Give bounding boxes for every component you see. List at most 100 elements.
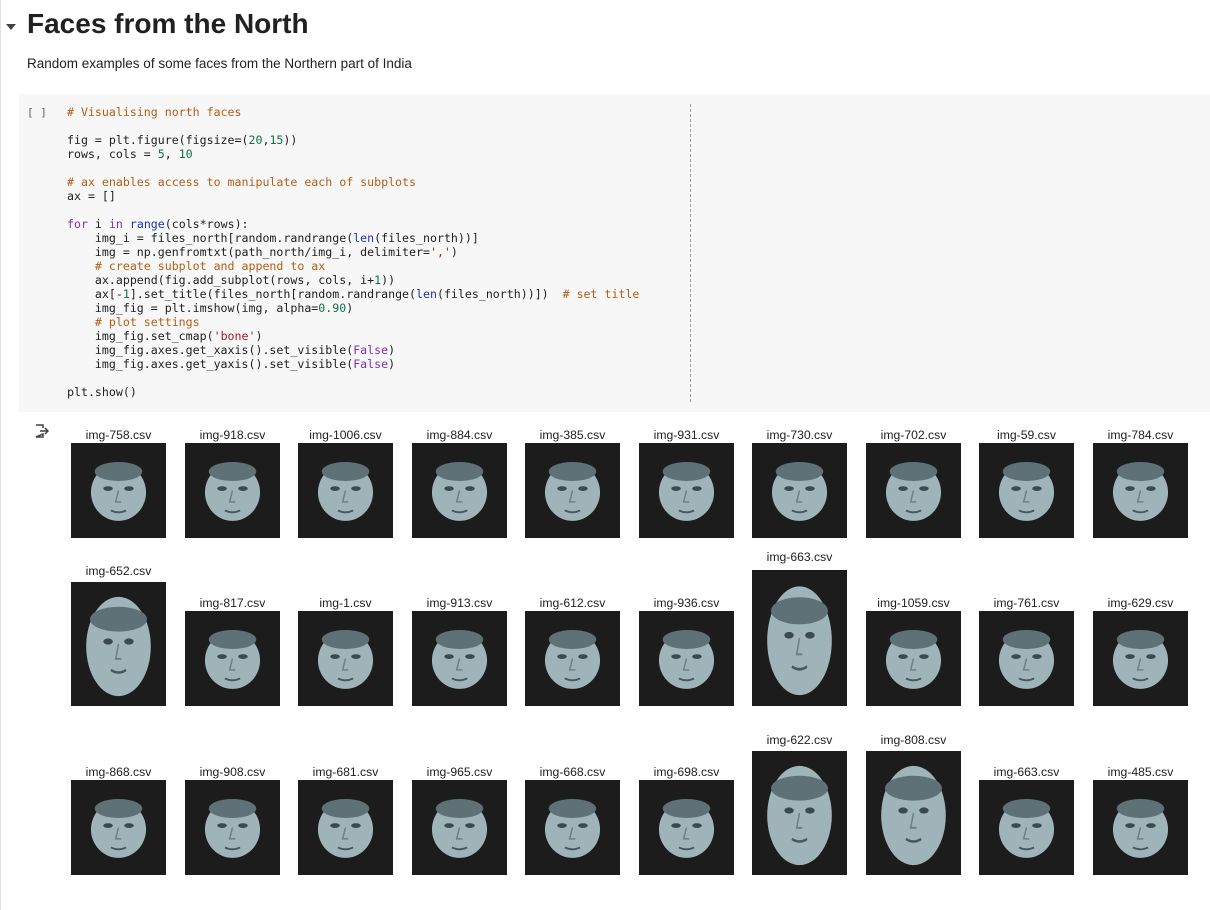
face-image [1093, 611, 1188, 706]
face-subplot: img-629.csv [1093, 596, 1188, 706]
face-subplot: img-913.csv [412, 596, 507, 706]
face-image [866, 443, 961, 538]
face-image [298, 443, 393, 538]
code-token: # Visualising north faces [67, 105, 242, 119]
code-token: i [87, 217, 109, 231]
face-image [71, 582, 166, 706]
code-token: # plot settings [67, 315, 200, 329]
code-token: False [353, 343, 389, 357]
code-token: 10 [178, 147, 193, 161]
code-token: img_fig.axes.get_yaxis().set_visible( [67, 357, 354, 371]
face-image [185, 443, 280, 538]
collapse-section-icon[interactable] [4, 20, 18, 34]
subplot-title: img-698.csv [653, 765, 720, 779]
code-token: (files_north))]) [436, 287, 563, 301]
face-image [1093, 443, 1188, 538]
code-token: len [416, 287, 437, 301]
code-token: 15 [269, 133, 284, 147]
face-image [639, 780, 734, 875]
section-heading: Faces from the North [27, 8, 309, 39]
code-token: img = np.genfromtxt(path_north/img_i, de… [67, 245, 430, 259]
face-subplot: img-931.csv [639, 428, 734, 538]
face-image [71, 443, 166, 538]
subplot-title: img-485.csv [1107, 765, 1174, 779]
code-token: img_fig.set_cmap( [67, 329, 214, 343]
face-image [298, 780, 393, 875]
code-token: )) [381, 273, 396, 287]
code-token: ax.append(fig.add_subplot(rows, cols, i+ [67, 273, 375, 287]
face-image [639, 611, 734, 706]
face-subplot: img-681.csv [298, 765, 393, 875]
face-subplot: img-622.csv [752, 733, 847, 875]
code-line: img = np.genfromtxt(path_north/img_i, de… [67, 245, 458, 259]
face-subplot: img-1.csv [298, 596, 393, 706]
code-line: fig = plt.figure(figsize=(20,15)) [67, 133, 297, 147]
code-line: # create subplot and append to ax [67, 259, 325, 273]
code-token: ) [255, 329, 263, 343]
code-token: ax[- [67, 287, 123, 301]
subplot-title: img-629.csv [1107, 596, 1174, 610]
code-token: ) [388, 343, 396, 357]
code-line: # plot settings [67, 315, 200, 329]
face-image [866, 751, 961, 875]
code-token: # create subplot and append to ax [67, 259, 326, 273]
face-image [185, 611, 280, 706]
code-line: for i in range(cols*rows): [67, 217, 249, 231]
code-token: img_i = files_north[random.randrange( [67, 231, 354, 245]
face-image [752, 570, 847, 706]
code-line: # Visualising north faces [67, 105, 242, 119]
code-token: # set title [562, 287, 640, 301]
face-subplot: img-59.csv [979, 428, 1074, 538]
face-subplot: img-884.csv [412, 428, 507, 538]
code-line: plt.show() [67, 385, 137, 399]
code-token: ) [388, 357, 396, 371]
face-subplot: img-918.csv [185, 428, 280, 538]
face-subplot: img-936.csv [639, 596, 734, 706]
code-token: ].set_title(files_north[random.randrange… [129, 287, 417, 301]
face-subplot: img-652.csv [71, 564, 166, 706]
code-token: range [129, 217, 165, 231]
face-image [979, 443, 1074, 538]
face-subplot: img-965.csv [412, 765, 507, 875]
face-subplot: img-908.csv [185, 765, 280, 875]
subplot-title: img-784.csv [1107, 428, 1174, 442]
code-token: img_fig.axes.get_xaxis().set_visible( [67, 343, 354, 357]
notebook-left-border [0, 0, 1, 910]
face-subplot: img-1006.csv [298, 428, 393, 538]
face-image [979, 780, 1074, 875]
subplot-title: img-652.csv [85, 564, 152, 578]
code-token: img_fig = plt.imshow(img, alpha= [67, 301, 319, 315]
face-image [752, 443, 847, 538]
face-subplot: img-485.csv [1093, 765, 1188, 875]
face-subplot: img-808.csv [866, 733, 961, 875]
face-subplot: img-761.csv [979, 596, 1074, 706]
face-image [525, 780, 620, 875]
code-token: , [164, 147, 179, 161]
section-description: Random examples of some faces from the N… [27, 56, 412, 71]
code-line: img_fig.axes.get_xaxis().set_visible(Fal… [67, 343, 395, 357]
face-subplot: img-612.csv [525, 596, 620, 706]
face-image [639, 443, 734, 538]
code-token: plt.show() [67, 385, 137, 399]
face-subplot: img-663.csv [752, 550, 847, 706]
face-subplot: img-868.csv [71, 765, 166, 875]
face-image [412, 611, 507, 706]
code-token: (cols*rows): [164, 217, 249, 231]
run-cell-button[interactable]: [ ] [27, 106, 47, 119]
code-token: (files_north))] [374, 231, 479, 245]
code-token: ) [450, 245, 458, 259]
code-line: ax.append(fig.add_subplot(rows, cols, i+… [67, 273, 395, 287]
code-token: )) [283, 133, 298, 147]
code-token: rows, cols = [67, 147, 158, 161]
code-token: ) [346, 301, 354, 315]
code-line: img_i = files_north[random.randrange(len… [67, 231, 479, 245]
code-line: img_fig = plt.imshow(img, alpha=0.90) [67, 301, 353, 315]
code-line: ax[-1].set_title(files_north[random.rand… [67, 287, 639, 301]
code-token: 0.90 [318, 301, 347, 315]
code-editor[interactable]: # Visualising north faces fig = plt.figu… [67, 105, 639, 399]
face-image [752, 751, 847, 875]
code-token: 20 [248, 133, 263, 147]
face-subplot: img-730.csv [752, 428, 847, 538]
subplot-title: img-808.csv [880, 733, 947, 747]
face-image [71, 780, 166, 875]
